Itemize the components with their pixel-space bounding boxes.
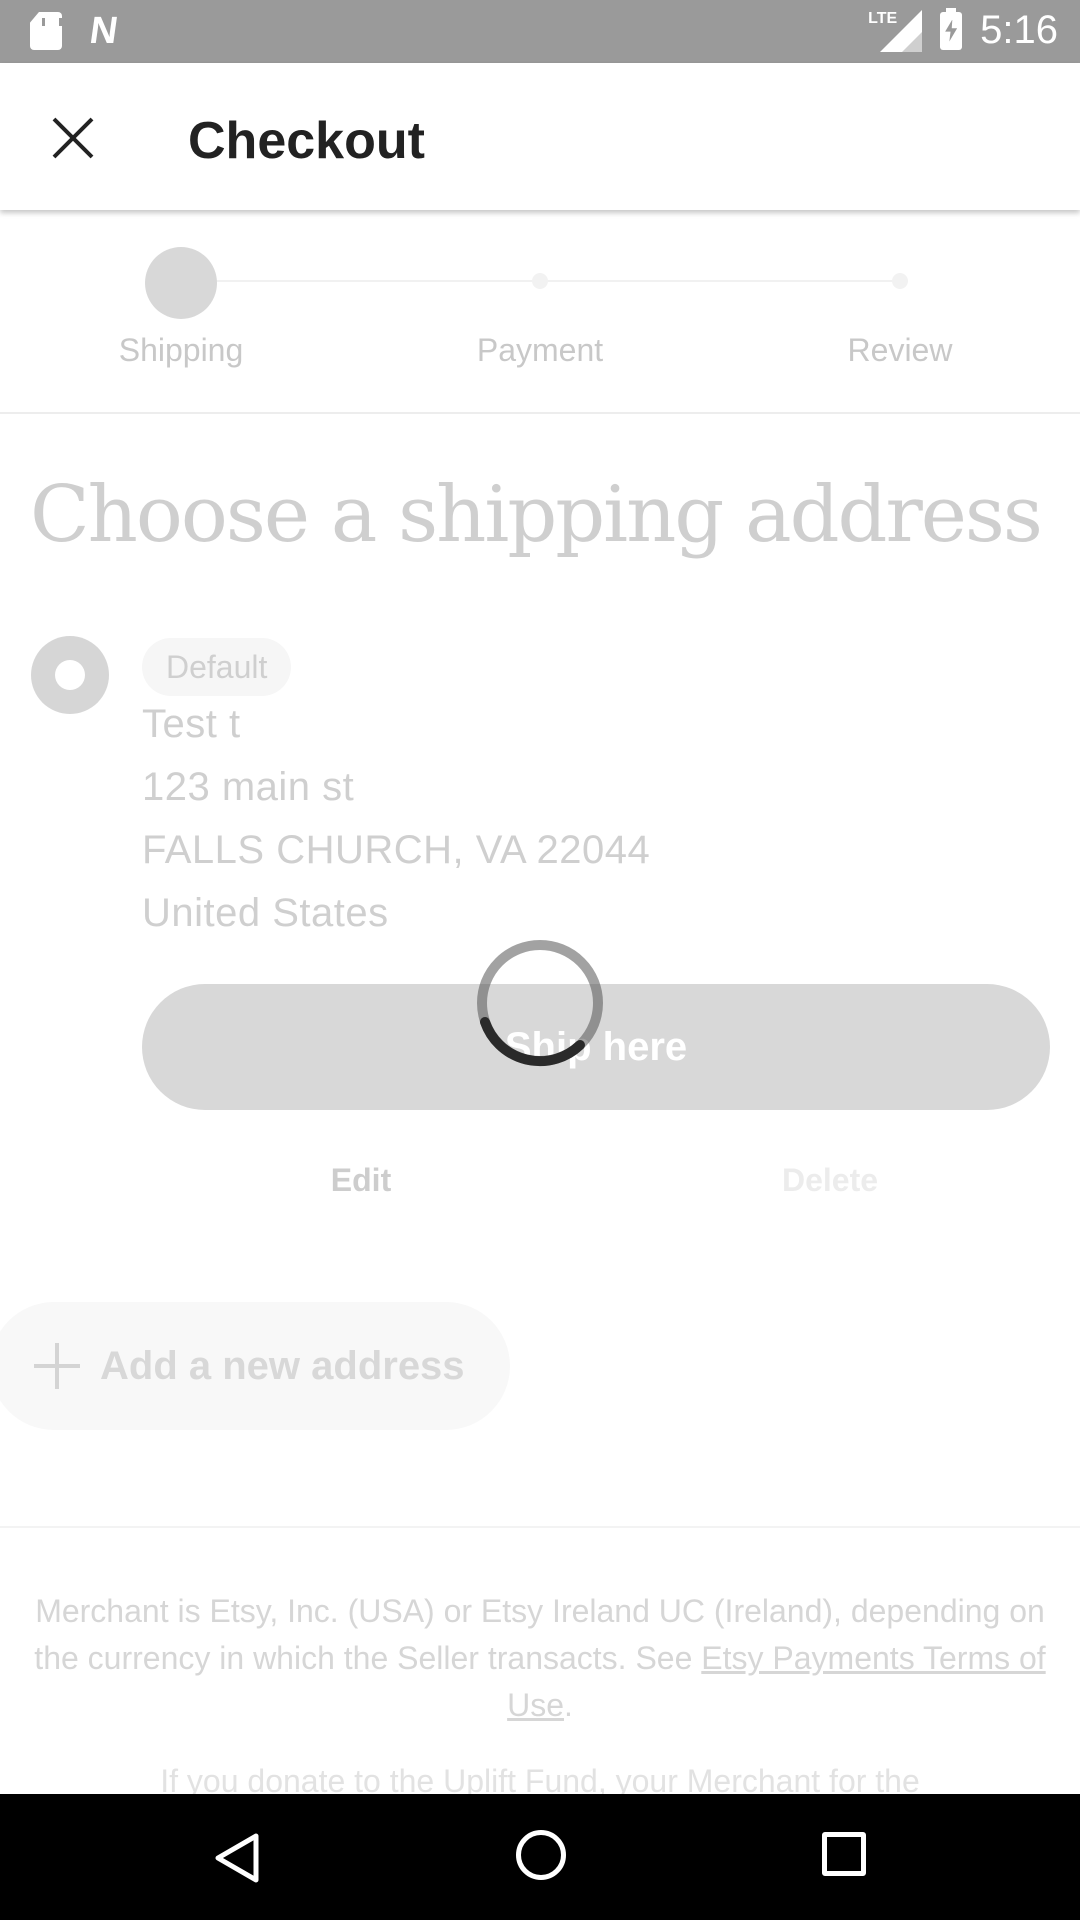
home-icon[interactable] <box>516 1830 566 1880</box>
status-left-icons: N <box>30 10 119 52</box>
add-new-address-button[interactable]: Add a new address <box>0 1302 510 1430</box>
battery-charging-icon <box>940 7 963 50</box>
charging-bolt-icon <box>945 19 958 42</box>
checkout-stepper: Shipping Payment Review <box>0 210 1080 414</box>
address-country: United States <box>142 891 389 935</box>
merchant-text-end: . <box>564 1687 573 1723</box>
app-bar: Checkout <box>0 63 1080 210</box>
merchant-disclosure: Merchant is Etsy, Inc. (USA) or Etsy Ire… <box>30 1588 1050 1729</box>
step-label-review: Review <box>847 332 953 368</box>
address-radio[interactable] <box>31 636 109 714</box>
loading-spinner-icon <box>477 940 603 1067</box>
status-bar: N LTE 5:16 <box>0 0 1080 63</box>
address-street: 123 main st <box>142 765 355 809</box>
default-badge: Default <box>142 638 292 696</box>
step-indicator-shipping <box>145 247 217 319</box>
address-name: Test t <box>142 702 241 746</box>
lte-signal-icon: LTE <box>868 9 923 52</box>
section-heading: Choose a shipping address <box>30 470 1043 560</box>
step-indicator-review <box>892 273 908 289</box>
close-icon <box>52 117 94 159</box>
system-nav-bar <box>0 1794 1080 1920</box>
address-city-state-zip: FALLS CHURCH, VA 22044 <box>142 828 651 872</box>
status-right-icons: LTE 5:16 <box>868 7 1058 53</box>
delete-address-button[interactable]: Delete <box>782 1162 878 1199</box>
back-icon[interactable] <box>212 1832 260 1884</box>
page-title: Checkout <box>188 112 425 170</box>
plus-icon <box>34 1343 80 1389</box>
step-label-shipping: Shipping <box>118 332 244 368</box>
status-time: 5:16 <box>980 8 1058 52</box>
step-indicator-payment <box>532 273 548 289</box>
recents-icon[interactable] <box>822 1832 866 1876</box>
edit-address-button[interactable]: Edit <box>331 1162 391 1199</box>
add-new-address-label: Add a new address <box>100 1343 465 1388</box>
step-label-payment: Payment <box>476 332 604 368</box>
n-notification-icon: N <box>87 10 119 52</box>
close-button[interactable] <box>38 103 108 173</box>
sd-card-icon <box>30 12 62 50</box>
divider <box>0 1526 1080 1528</box>
signal-strength-empty <box>902 31 923 52</box>
